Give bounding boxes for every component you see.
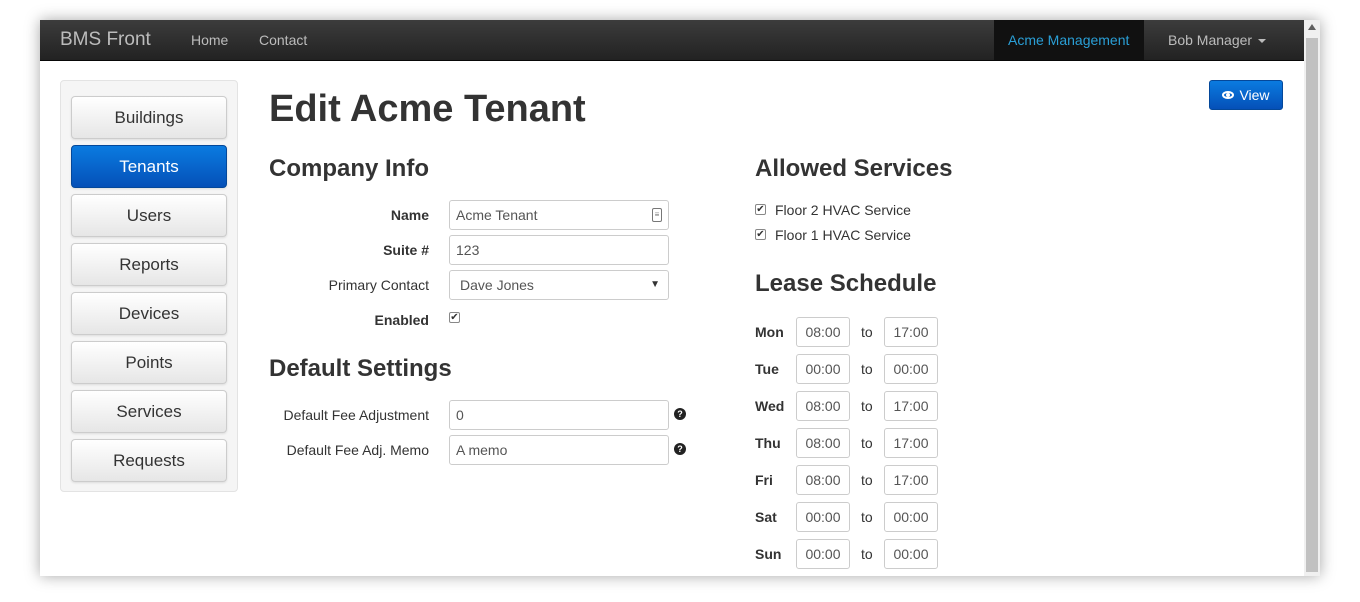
caret-down-icon	[1258, 39, 1267, 44]
end-time-input[interactable]: 17:00	[884, 428, 938, 458]
end-time-input[interactable]: 17:00	[884, 391, 938, 421]
browser-window: BMS Front Home Contact Acme Management B…	[40, 20, 1320, 576]
day-label: Mon	[755, 324, 784, 340]
suite-input[interactable]: 123	[449, 235, 669, 265]
name-input-value: Acme Tenant	[456, 207, 538, 223]
day-label: Thu	[755, 435, 781, 451]
start-time-input[interactable]: 08:00	[796, 428, 850, 458]
service-checkbox[interactable]: ✔	[755, 229, 766, 240]
to-label: to	[861, 472, 873, 488]
to-label: to	[861, 324, 873, 340]
vertical-scrollbar[interactable]	[1304, 20, 1320, 576]
to-label: to	[861, 509, 873, 525]
name-label: Name	[390, 207, 429, 223]
fee-adjustment-label: Default Fee Adjustment	[283, 407, 429, 423]
enabled-checkbox[interactable]: ✔	[449, 312, 460, 323]
brand-link[interactable]: BMS Front	[60, 29, 151, 51]
service-label: Floor 1 HVAC Service	[775, 227, 911, 243]
default-settings-heading: Default Settings	[269, 355, 452, 382]
fee-memo-label: Default Fee Adj. Memo	[286, 442, 429, 458]
fee-adjustment-input[interactable]: 0	[449, 400, 669, 430]
to-label: to	[861, 398, 873, 414]
sidebar-item-users[interactable]: Users	[71, 194, 227, 237]
to-label: to	[861, 546, 873, 562]
primary-contact-select[interactable]: Dave Jones ▼	[449, 270, 669, 300]
start-time-input[interactable]: 00:00	[796, 354, 850, 384]
sidebar-item-buildings[interactable]: Buildings	[71, 96, 227, 139]
fee-memo-input[interactable]: A memo	[449, 435, 669, 465]
day-label: Fri	[755, 472, 773, 488]
enabled-label: Enabled	[374, 312, 429, 328]
sidebar: Buildings Tenants Users Reports Devices …	[60, 80, 238, 492]
start-time-input[interactable]: 08:00	[796, 391, 850, 421]
help-icon[interactable]: ?	[674, 408, 686, 420]
sidebar-item-tenants[interactable]: Tenants	[71, 145, 227, 188]
eye-icon	[1222, 91, 1235, 99]
user-menu-label: Bob Manager	[1168, 32, 1253, 48]
view-button[interactable]: View	[1209, 80, 1283, 110]
company-info-heading: Company Info	[269, 155, 429, 182]
suite-label: Suite #	[383, 242, 429, 258]
service-checkbox[interactable]: ✔	[755, 204, 766, 215]
start-time-input[interactable]: 00:00	[796, 539, 850, 569]
primary-contact-value: Dave Jones	[460, 277, 534, 293]
day-label: Sat	[755, 509, 777, 525]
sidebar-item-requests[interactable]: Requests	[71, 439, 227, 482]
day-label: Tue	[755, 361, 779, 377]
nav-org-link[interactable]: Acme Management	[1008, 32, 1129, 48]
allowed-services-heading: Allowed Services	[755, 155, 953, 182]
scrollbar-thumb[interactable]	[1306, 38, 1318, 572]
primary-contact-label: Primary Contact	[328, 277, 429, 293]
top-navbar: BMS Front Home Contact Acme Management B…	[40, 20, 1304, 61]
start-time-input[interactable]: 08:00	[796, 465, 850, 495]
start-time-input[interactable]: 00:00	[796, 502, 850, 532]
sidebar-item-devices[interactable]: Devices	[71, 292, 227, 335]
day-label: Wed	[755, 398, 785, 414]
nav-contact-link[interactable]: Contact	[259, 32, 307, 48]
page-title: Edit Acme Tenant	[269, 88, 586, 130]
sidebar-item-points[interactable]: Points	[71, 341, 227, 384]
user-menu-dropdown[interactable]: Bob Manager	[1168, 32, 1267, 48]
service-label: Floor 2 HVAC Service	[775, 202, 911, 218]
end-time-input[interactable]: 00:00	[884, 539, 938, 569]
name-input[interactable]: Acme Tenant ≡	[449, 200, 669, 230]
nav-home-link[interactable]: Home	[191, 32, 228, 48]
day-label: Sun	[755, 546, 782, 562]
to-label: to	[861, 361, 873, 377]
end-time-input[interactable]: 17:00	[884, 317, 938, 347]
scroll-up-arrow-icon[interactable]	[1308, 24, 1316, 30]
sidebar-item-services[interactable]: Services	[71, 390, 227, 433]
end-time-input[interactable]: 17:00	[884, 465, 938, 495]
lease-schedule-heading: Lease Schedule	[755, 270, 937, 297]
end-time-input[interactable]: 00:00	[884, 502, 938, 532]
help-icon[interactable]: ?	[674, 443, 686, 455]
view-button-label: View	[1239, 87, 1270, 103]
contact-card-icon: ≡	[652, 208, 662, 222]
select-arrow-icon: ▼	[650, 279, 660, 290]
sidebar-item-reports[interactable]: Reports	[71, 243, 227, 286]
end-time-input[interactable]: 00:00	[884, 354, 938, 384]
to-label: to	[861, 435, 873, 451]
start-time-input[interactable]: 08:00	[796, 317, 850, 347]
